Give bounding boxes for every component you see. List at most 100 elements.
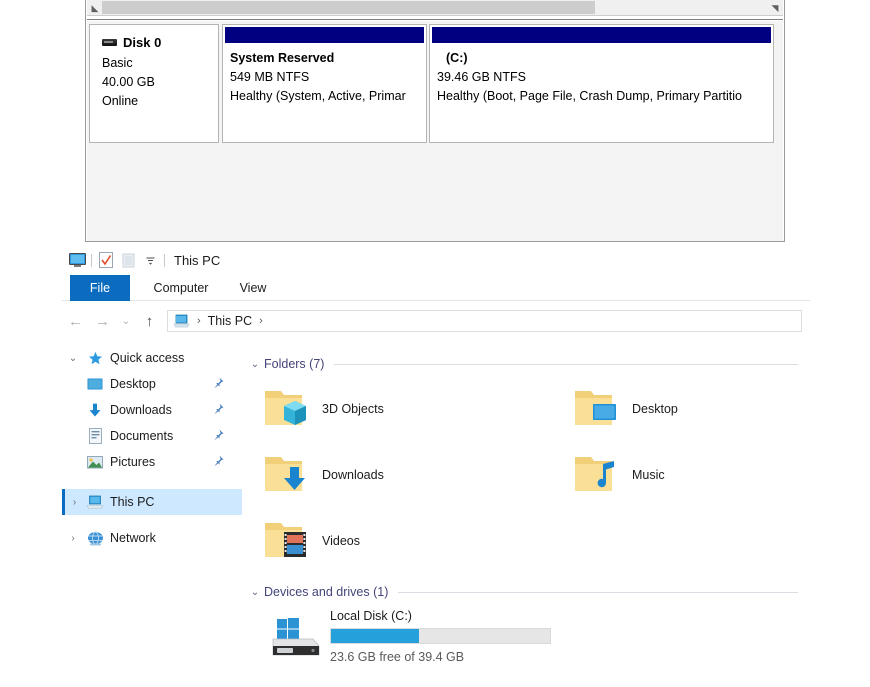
drive-capacity-fill <box>331 629 419 643</box>
breadcrumb-separator-2[interactable]: › <box>259 315 263 327</box>
folder-music-icon <box>570 448 624 502</box>
chevron-right-icon[interactable]: › <box>65 497 84 508</box>
breadcrumb-this-pc[interactable]: This PC <box>208 314 252 328</box>
properties-icon[interactable] <box>95 249 117 271</box>
disk-info-block[interactable]: Disk 0 Basic 40.00 GB Online <box>89 24 219 143</box>
sidebar-item-label: Desktop <box>110 377 156 391</box>
pin-icon[interactable] <box>212 429 224 444</box>
partition-name: (C:) <box>446 51 468 65</box>
title-bar: This PC <box>62 245 810 275</box>
partition-color-bar <box>225 27 424 43</box>
group-rule <box>398 591 798 593</box>
window-title: This PC <box>174 252 221 268</box>
local-disk-icon <box>260 605 330 675</box>
drive-capacity-bar <box>330 628 551 644</box>
navigation-pane: ⌄ Quick access Desktop Downloads Documen… <box>62 345 242 687</box>
tile-downloads[interactable]: Downloads <box>260 445 384 505</box>
toolbar-divider <box>91 253 92 267</box>
disk-title-row: Disk 0 <box>102 35 218 50</box>
sidebar-item-label: This PC <box>110 495 155 509</box>
sidebar-item-label: Network <box>110 531 156 545</box>
scroll-left-arrow-icon[interactable]: ◣ <box>88 1 102 15</box>
group-header-folders[interactable]: ⌄ Folders (7) <box>246 353 810 375</box>
disk-row: Disk 0 Basic 40.00 GB Online System Rese… <box>89 24 781 143</box>
pictures-icon <box>84 455 106 469</box>
group-title: Devices and drives (1) <box>264 585 389 599</box>
disk-status: Online <box>102 94 139 108</box>
address-bar[interactable]: › This PC › <box>167 310 802 332</box>
drive-text: Local Disk (C:) 23.6 GB free of 39.4 GB <box>330 605 551 675</box>
partition-name: System Reserved <box>230 51 335 65</box>
breadcrumb-separator: › <box>197 315 201 327</box>
drive-local-disk-c[interactable]: Local Disk (C:) 23.6 GB free of 39.4 GB <box>260 605 810 675</box>
sidebar-item-quick-access[interactable]: ⌄ Quick access <box>62 345 242 371</box>
tab-computer[interactable]: Computer <box>138 275 224 301</box>
title-divider <box>164 253 165 267</box>
tile-3d-objects[interactable]: 3D Objects <box>260 379 384 439</box>
chevron-down-icon[interactable]: ⌄ <box>246 359 264 370</box>
tile-label: Music <box>632 468 665 482</box>
sidebar-item-this-pc[interactable]: › This PC <box>62 489 242 515</box>
sidebar-item-documents[interactable]: Documents <box>62 423 242 449</box>
sidebar-item-pictures[interactable]: Pictures <box>62 449 242 475</box>
sidebar-item-desktop[interactable]: Desktop <box>62 371 242 397</box>
tile-music[interactable]: Music <box>570 445 665 505</box>
folder-downloads-icon <box>260 448 314 502</box>
folders-grid: 3D Objects Desktop Downloads Music Video… <box>246 379 810 581</box>
scroll-right-arrow-icon[interactable]: ◥ <box>768 1 782 15</box>
partition-status: Healthy (System, Active, Primar <box>230 89 406 103</box>
recent-locations-button[interactable]: ⌄ <box>116 309 136 333</box>
chevron-down-icon[interactable] <box>139 249 161 271</box>
tile-label: Downloads <box>322 468 384 482</box>
pin-icon[interactable] <box>212 403 224 418</box>
up-button[interactable]: ↑ <box>136 309 163 333</box>
group-title: Folders (7) <box>264 357 325 371</box>
network-icon <box>84 531 106 546</box>
drive-free-space: 23.6 GB free of 39.4 GB <box>330 650 465 664</box>
ribbon-tab-bar: File Computer View <box>62 275 810 301</box>
this-pc-monitor-icon[interactable] <box>66 249 88 271</box>
partition-color-bar <box>432 27 771 43</box>
sidebar-item-downloads[interactable]: Downloads <box>62 397 242 423</box>
partition-status: Healthy (Boot, Page File, Crash Dump, Pr… <box>437 89 742 103</box>
pin-icon[interactable] <box>212 455 224 470</box>
disk-name: Disk 0 <box>123 35 162 50</box>
disk-type: Basic <box>102 56 133 70</box>
tab-file[interactable]: File <box>70 275 130 301</box>
pin-icon[interactable] <box>212 377 224 392</box>
disk-icon <box>102 39 117 46</box>
disk-management-panel: ◣ ◥ Disk 0 Basic 40.00 GB Online System … <box>85 0 785 242</box>
back-button[interactable]: ← <box>62 309 89 333</box>
tile-desktop[interactable]: Desktop <box>570 379 678 439</box>
desktop-icon <box>84 377 106 391</box>
partition-size: 549 MB NTFS <box>230 70 310 84</box>
sidebar-item-label: Documents <box>110 429 174 443</box>
horizontal-scrollbar[interactable]: ◣ ◥ <box>87 0 783 16</box>
address-bar-row: ← → ⌄ ↑ › This PC › <box>62 308 810 334</box>
this-pc-icon <box>173 314 190 328</box>
folder-videos-icon <box>260 514 314 568</box>
tile-videos[interactable]: Videos <box>260 511 360 571</box>
chevron-down-icon[interactable]: ⌄ <box>62 353 84 364</box>
partition-c[interactable]: (C:) 39.46 GB NTFS Healthy (Boot, Page F… <box>429 24 774 143</box>
tile-label: Desktop <box>632 402 678 416</box>
folder-3d-objects-icon <box>260 382 314 436</box>
partition-system-reserved[interactable]: System Reserved 549 MB NTFS Healthy (Sys… <box>222 24 427 143</box>
scrollbar-thumb[interactable] <box>102 1 595 14</box>
drive-label: Local Disk (C:) <box>330 609 412 623</box>
partition-size: 39.46 GB NTFS <box>437 70 526 84</box>
sidebar-item-network[interactable]: › Network <box>62 525 242 551</box>
folder-desktop-icon <box>570 382 624 436</box>
chevron-down-icon[interactable]: ⌄ <box>246 587 264 598</box>
content-pane: ⌄ Folders (7) 3D Objects Desktop Downloa… <box>246 345 810 687</box>
chevron-right-icon[interactable]: › <box>62 533 84 544</box>
new-folder-icon[interactable] <box>117 249 139 271</box>
downloads-icon <box>84 403 106 418</box>
documents-icon <box>84 428 106 444</box>
panel-divider <box>87 17 783 20</box>
this-pc-icon <box>84 495 106 510</box>
group-header-devices[interactable]: ⌄ Devices and drives (1) <box>246 581 810 603</box>
sidebar-item-label: Quick access <box>110 351 185 365</box>
tab-view[interactable]: View <box>228 275 278 301</box>
forward-button[interactable]: → <box>89 309 116 333</box>
